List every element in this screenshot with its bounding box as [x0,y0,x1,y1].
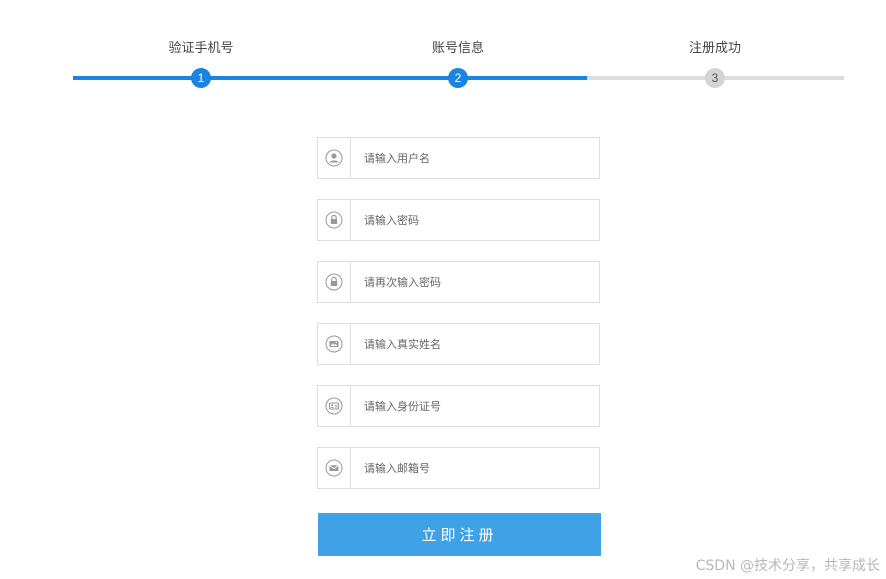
step-label-account-info: 账号信息 [431,41,484,56]
password-field [317,199,600,241]
id-number-field [317,385,600,427]
user-icon [318,138,351,178]
username-field [317,137,600,179]
real-name-input[interactable] [352,324,599,364]
step-label-success: 注册成功 [688,41,741,56]
id-number-input[interactable] [352,386,599,426]
progress-track-completed [73,76,587,80]
lock-icon [318,262,351,302]
lock-icon [318,200,351,240]
step-dot-3: 3 [705,68,725,88]
confirm-password-field [317,261,600,303]
register-button[interactable]: 立即注册 [318,513,601,556]
email-input[interactable] [352,448,599,488]
username-input[interactable] [352,138,599,178]
registration-stepper: 验证手机号 账号信息 注册成功 1 2 3 [73,37,844,89]
id-card-icon [318,386,351,426]
step-label-verify-phone: 验证手机号 [168,41,234,56]
name-card-icon [318,324,351,364]
email-field [317,447,600,489]
step-dot-2: 2 [448,68,468,88]
watermark: CSDN @技术分享，共享成长 [695,558,880,574]
real-name-field [317,323,600,365]
mail-icon [318,448,351,488]
register-page: 验证手机号 账号信息 注册成功 1 2 3 请输入用户名 请输入真实姓名 请输入… [0,0,886,579]
password-input[interactable] [352,200,599,240]
confirm-password-input[interactable] [352,262,599,302]
register-form [317,137,600,509]
step-dot-1: 1 [191,68,211,88]
